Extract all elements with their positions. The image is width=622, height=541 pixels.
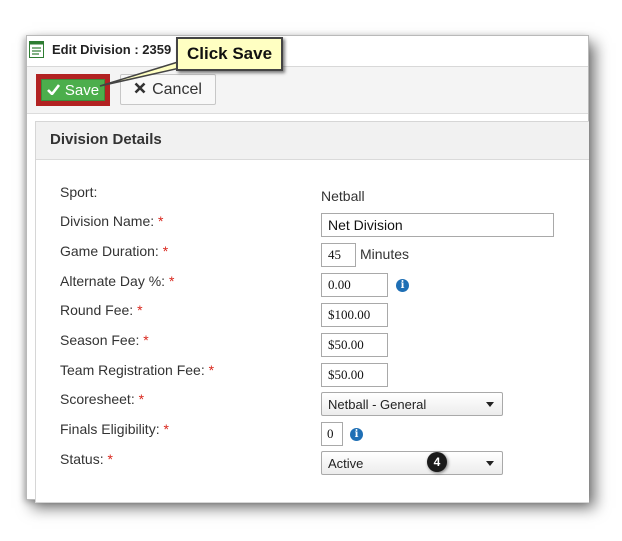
cancel-button[interactable]: Cancel — [120, 74, 216, 105]
season-fee-label: Season Fee: * — [60, 332, 149, 348]
game-duration-unit: Minutes — [360, 246, 410, 262]
panel-title: Division Details — [50, 131, 162, 148]
sport-value: Netball — [321, 188, 365, 204]
save-button[interactable]: Save — [41, 79, 105, 101]
game-duration-input[interactable]: 45 — [321, 243, 356, 267]
form-icon — [29, 41, 44, 58]
division-details-panel: Division Details Sport: Netball Division… — [35, 121, 589, 503]
cancel-button-label: Cancel — [152, 80, 202, 98]
x-icon — [134, 81, 146, 99]
title-bar: Edit Division : 2359 — [27, 36, 588, 67]
sport-label: Sport: — [60, 184, 98, 200]
click-save-callout: Click Save — [176, 37, 283, 71]
scoresheet-label: Scoresheet: * — [60, 391, 145, 407]
chevron-down-icon — [486, 402, 494, 407]
alternate-day-label: Alternate Day %: * — [60, 273, 175, 289]
step-number-badge: 4 — [427, 452, 447, 472]
round-fee-label: Round Fee: * — [60, 302, 143, 318]
finals-eligibility-label: Finals Eligibility: * — [60, 421, 169, 437]
edit-division-window: Edit Division : 2359 Save Cancel Divisio… — [26, 35, 589, 503]
team-registration-fee-label: Team Registration Fee: * — [60, 362, 215, 378]
checkmark-icon — [46, 82, 60, 99]
game-duration-label: Game Duration: * — [60, 243, 169, 259]
season-fee-input[interactable]: $50.00 — [321, 333, 388, 357]
finals-eligibility-input[interactable]: 0 — [321, 422, 343, 446]
division-name-input[interactable]: Net Division — [321, 213, 554, 237]
toolbar: Save Cancel — [27, 67, 588, 114]
scoresheet-select[interactable]: Netball - General — [321, 392, 503, 416]
panel-header: Division Details — [36, 122, 589, 160]
team-registration-fee-input[interactable]: $50.00 — [321, 363, 388, 387]
round-fee-input[interactable]: $100.00 — [321, 303, 388, 327]
status-select[interactable]: Active — [321, 451, 503, 475]
status-label: Status: * — [60, 451, 113, 467]
alternate-day-input[interactable]: 0.00 — [321, 273, 388, 297]
window-title: Edit Division : 2359 — [52, 42, 172, 57]
division-name-label: Division Name: * — [60, 213, 164, 229]
save-button-label: Save — [64, 81, 100, 99]
save-button-highlight: Save — [36, 74, 110, 106]
info-icon[interactable]: i — [396, 279, 409, 292]
info-icon[interactable]: i — [350, 428, 363, 441]
chevron-down-icon — [486, 461, 494, 466]
